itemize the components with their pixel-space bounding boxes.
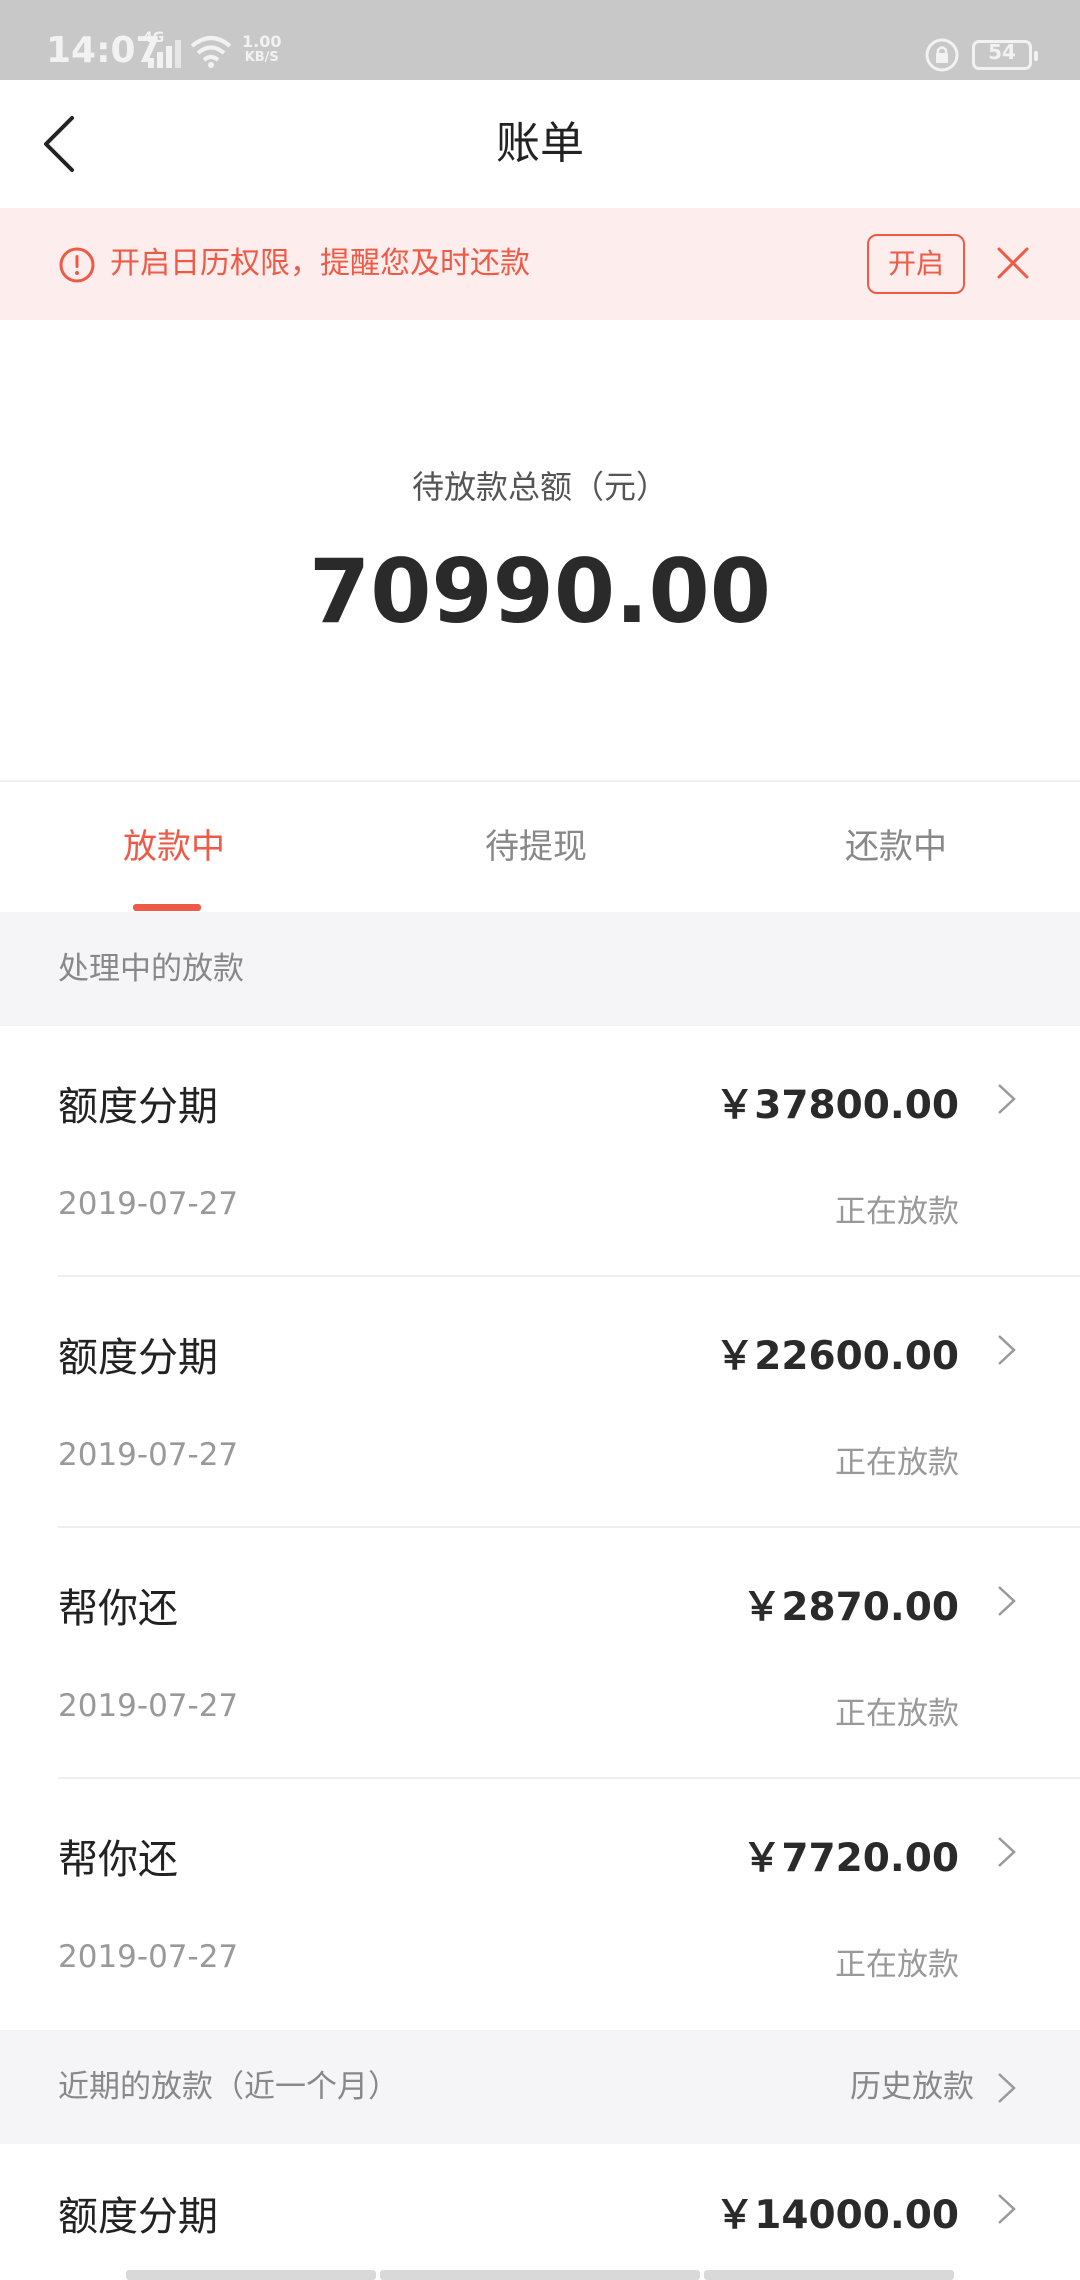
pending-total-card: 待放款总额（元） 70990.00 (0, 320, 1080, 782)
loan-name: 额度分期 (58, 1084, 218, 1130)
history-lending-link[interactable]: 历史放款 (850, 2030, 974, 2144)
recent-section-header: 近期的放款（近一个月） 历史放款 (0, 2030, 1080, 2144)
banner-text: 开启日历权限，提醒您及时还款 (110, 246, 530, 281)
list-item[interactable]: 额度分期 ￥37800.00 2019-07-27 正在放款 (0, 1026, 1080, 1277)
loan-status: 正在放款 (835, 1696, 959, 1732)
chevron-right-icon (998, 2194, 1016, 2224)
battery-level: 54 (988, 40, 1016, 64)
list-item[interactable]: 额度分期 ￥22600.00 2019-07-27 正在放款 (0, 1277, 1080, 1528)
loan-name: 帮你还 (58, 1837, 178, 1883)
loan-amount: ￥2870.00 (742, 1585, 959, 1630)
loan-status: 正在放款 (835, 1445, 959, 1481)
loan-date: 2019-07-27 (58, 1437, 239, 1473)
wifi-icon (190, 36, 232, 68)
loan-amount: ￥37800.00 (715, 1083, 959, 1128)
processing-section-header: 处理中的放款 (0, 912, 1080, 1026)
tab-repaying[interactable]: 还款中 (720, 782, 1072, 912)
loan-amount: ￥7720.00 (742, 1836, 959, 1881)
chevron-right-icon (998, 1084, 1016, 1114)
loan-status: 正在放款 (835, 1194, 959, 1230)
loan-status: 正在放款 (835, 1947, 959, 1983)
calendar-permission-banner: 开启日历权限，提醒您及时还款 开启 (0, 208, 1080, 320)
loan-date: 2019-07-27 (58, 1939, 239, 1975)
chevron-right-icon (998, 1335, 1016, 1365)
chevron-right-icon (998, 1586, 1016, 1616)
enable-calendar-button[interactable]: 开启 (867, 234, 965, 294)
list-item[interactable]: 额度分期 ￥14000.00 (0, 2144, 1080, 2280)
tab-pending-withdrawal[interactable]: 待提现 (360, 782, 712, 912)
bottom-handle (380, 2270, 700, 2280)
bottom-handle (126, 2270, 376, 2280)
chevron-right-icon[interactable] (996, 2071, 1018, 2105)
pending-total-amount: 70990.00 (308, 540, 772, 643)
rotation-lock-icon (925, 38, 959, 72)
speed-value: 1.00 (242, 32, 282, 51)
list-item[interactable]: 帮你还 ￥7720.00 2019-07-27 正在放款 (0, 1779, 1080, 2030)
pending-total-label: 待放款总额（元） (411, 468, 668, 506)
tab-lending[interactable]: 放款中 (0, 782, 348, 912)
chevron-right-icon (998, 1837, 1016, 1867)
bottom-handle (704, 2270, 954, 2280)
tab-indicator (133, 904, 201, 911)
list-item[interactable]: 帮你还 ￥2870.00 2019-07-27 正在放款 (0, 1528, 1080, 1779)
loan-amount: ￥22600.00 (715, 1334, 959, 1379)
close-icon[interactable] (996, 246, 1030, 280)
section-title: 近期的放款（近一个月） (58, 2069, 399, 2105)
loan-name: 额度分期 (58, 2194, 218, 2240)
status-bar: 14:07 4G 1.00 KB/S 54 (0, 0, 1080, 80)
network-speed: 1.00 KB/S (242, 34, 281, 66)
loan-date: 2019-07-27 (58, 1688, 239, 1724)
loan-name: 帮你还 (58, 1586, 178, 1632)
loan-amount: ￥14000.00 (715, 2193, 959, 2238)
loan-name: 额度分期 (58, 1335, 218, 1381)
battery-icon: 54 (972, 40, 1038, 70)
alert-circle-icon (59, 247, 95, 283)
page-title: 账单 (496, 118, 584, 169)
speed-unit: KB/S (244, 50, 279, 65)
loan-date: 2019-07-27 (58, 1186, 239, 1222)
bill-tabs: 放款中 待提现 还款中 (0, 782, 1080, 912)
signal-icon (148, 40, 181, 68)
nav-bar: 账单 (0, 80, 1080, 208)
section-title: 处理中的放款 (58, 951, 244, 987)
